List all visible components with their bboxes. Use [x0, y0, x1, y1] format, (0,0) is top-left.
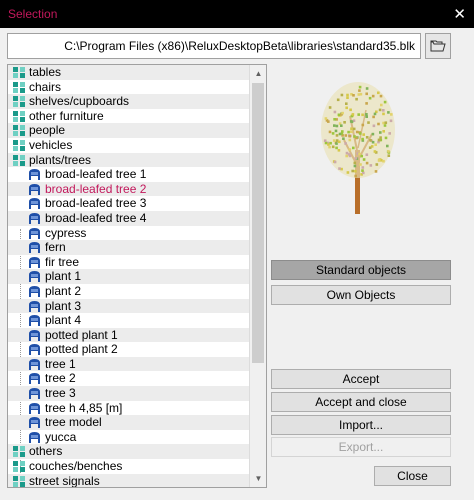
- tree-object-item[interactable]: plant 2: [8, 284, 249, 299]
- tree-item-label: couches/benches: [29, 459, 123, 474]
- tree-object-item[interactable]: tree 1: [8, 356, 249, 372]
- tree-item-label: street signals: [29, 473, 100, 488]
- tree-object-item[interactable]: tree 3: [8, 386, 249, 401]
- tree-object-item[interactable]: plant 4: [8, 313, 249, 328]
- tree-object-item[interactable]: potted plant 1: [8, 327, 249, 343]
- scroll-down-arrow-icon[interactable]: ▼: [250, 470, 266, 487]
- tree-item-label: tree model: [45, 415, 102, 430]
- tree-item-label: chairs: [29, 79, 62, 94]
- tree-object-item[interactable]: tree model: [8, 415, 249, 430]
- scroll-thumb[interactable]: [252, 83, 264, 363]
- tree-category-item[interactable]: shelves/cupboards: [8, 94, 249, 109]
- tree-object-item[interactable]: plant 3: [8, 298, 249, 314]
- tree-category-item[interactable]: others: [8, 444, 249, 460]
- accept-button[interactable]: Accept: [271, 369, 451, 389]
- tree-item-label: plant 3: [45, 298, 82, 313]
- tree-item-label: cypress: [45, 225, 87, 240]
- tree-object-item[interactable]: yucca: [8, 430, 249, 445]
- tree-preview-image: [321, 82, 395, 214]
- tree-item-label: other furniture: [29, 108, 104, 123]
- tree-category-item[interactable]: people: [8, 123, 249, 138]
- export-button[interactable]: Export...: [271, 437, 451, 457]
- close-icon[interactable]: ✕: [453, 5, 466, 23]
- tree-item-label: vehicles: [29, 137, 73, 152]
- import-button[interactable]: Import...: [271, 415, 451, 435]
- title-bar: Selection ✕: [0, 0, 474, 28]
- tree-item-label: plants/trees: [29, 152, 92, 167]
- scroll-up-arrow-icon[interactable]: ▲: [250, 65, 266, 82]
- tree-object-item[interactable]: potted plant 2: [8, 342, 249, 357]
- tree-category-item[interactable]: couches/benches: [8, 459, 249, 474]
- tree-object-item[interactable]: broad-leafed tree 3: [8, 196, 249, 211]
- window-title: Selection: [8, 7, 58, 21]
- tree-item-label: potted plant 2: [45, 342, 118, 357]
- tree-item-label: shelves/cupboards: [29, 94, 130, 109]
- tree-item-label: people: [29, 123, 66, 138]
- tree-item-label: plant 4: [45, 313, 82, 328]
- standard-objects-button[interactable]: Standard objects: [271, 260, 451, 280]
- tree-category-item[interactable]: other furniture: [8, 109, 249, 124]
- tree-object-item[interactable]: broad-leafed tree 4: [8, 210, 249, 226]
- tree-item-label: tree 2: [45, 371, 76, 386]
- tree-rows: tables chairs shelves/cupboards other furni…: [8, 65, 249, 488]
- tree-item-label: broad-leafed tree 1: [45, 167, 147, 182]
- tree-item-label: broad-leafed tree 3: [45, 196, 147, 211]
- folder-icon: [430, 40, 446, 52]
- tree-item-label: tree h 4,85 [m]: [45, 400, 123, 415]
- tree-item-label: broad-leafed tree 4: [45, 210, 147, 225]
- tree-item-label: fern: [45, 240, 66, 255]
- accept-and-close-button[interactable]: Accept and close: [271, 392, 451, 412]
- browse-folder-button[interactable]: [425, 33, 451, 59]
- tree-item-label: tree 3: [45, 386, 76, 401]
- close-button[interactable]: Close: [374, 466, 451, 486]
- tree-object-item[interactable]: broad-leafed tree 2: [8, 181, 249, 197]
- tree-scrollbar[interactable]: ▲ ▼: [249, 65, 266, 487]
- tree-object-item[interactable]: broad-leafed tree 1: [8, 167, 249, 182]
- tree-object-item[interactable]: tree h 4,85 [m]: [8, 401, 249, 416]
- tree-item-label: potted plant 1: [45, 327, 118, 342]
- own-objects-button[interactable]: Own Objects: [271, 285, 451, 305]
- library-path-field[interactable]: C:\Program Files (x86)\ReluxDesktopBeta\…: [7, 33, 421, 59]
- tree-category-item[interactable]: chairs: [8, 80, 249, 95]
- object-tree[interactable]: tables chairs shelves/cupboards other furni…: [7, 64, 267, 488]
- tree-category-item[interactable]: tables: [8, 65, 249, 80]
- tree-category-item[interactable]: vehicles: [8, 138, 249, 153]
- tree-item-label: others: [29, 444, 63, 459]
- tree-category-item[interactable]: street signals: [8, 473, 249, 488]
- tree-object-item[interactable]: plant 1: [8, 269, 249, 284]
- category-icon: [12, 475, 26, 487]
- tree-object-item[interactable]: fir tree: [8, 255, 249, 270]
- tree-object-item[interactable]: cypress: [8, 226, 249, 241]
- tree-item-label: fir tree: [45, 254, 80, 269]
- tree-item-label: plant 2: [45, 283, 82, 298]
- tree-item-label: plant 1: [45, 269, 82, 284]
- tree-item-label: tree 1: [45, 356, 76, 371]
- tree-item-label: yucca: [45, 429, 77, 444]
- tree-item-label: broad-leafed tree 2: [45, 181, 147, 196]
- tree-item-label: tables: [29, 65, 62, 79]
- tree-object-item[interactable]: fern: [8, 240, 249, 255]
- tree-category-item[interactable]: plants/trees: [8, 152, 249, 168]
- tree-object-item[interactable]: tree 2: [8, 371, 249, 386]
